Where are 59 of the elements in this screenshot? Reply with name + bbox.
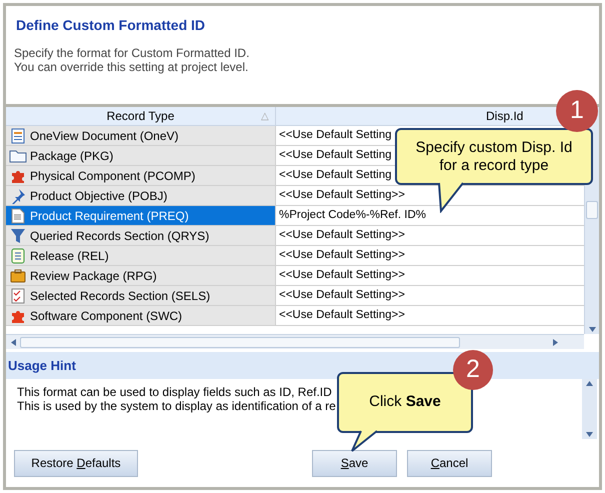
callout-pointer xyxy=(437,182,465,213)
record-type-cell[interactable]: OneView Document (OneV) xyxy=(6,126,276,145)
disp-id-text[interactable]: <<Use Default Setting>> xyxy=(279,246,405,264)
dialog-title: Define Custom Formatted ID xyxy=(15,16,206,35)
scroll-down-icon[interactable] xyxy=(585,430,594,439)
record-type-cell[interactable]: Product Objective (POBJ) xyxy=(6,186,276,205)
usage-hint-text: This format can be used to display fields such as ID, Ref.ID xyxy=(17,385,332,399)
callout-pointer xyxy=(349,430,379,452)
record-type-cell[interactable]: Software Component (SWC) xyxy=(6,306,276,325)
scroll-left-icon[interactable] xyxy=(8,338,18,346)
dialog-button[interactable]: Save xyxy=(312,450,397,476)
disp-id-text[interactable]: <<Use Default Setting xyxy=(279,126,392,144)
record-type-cell[interactable]: Package (PKG) xyxy=(6,146,276,165)
record-type-cell[interactable]: Physical Component (PCOMP) xyxy=(6,166,276,185)
horizontal-scrollbar[interactable] xyxy=(6,334,584,349)
vertical-scrollbar[interactable] xyxy=(582,379,597,439)
list-icon xyxy=(10,248,26,264)
disp-id-text[interactable]: <<Use Default Setting xyxy=(279,166,392,184)
document-icon xyxy=(11,128,25,144)
disp-id-text[interactable]: %Project Code%-%Ref. ID% xyxy=(279,206,426,224)
record-type-text: Product Objective (POBJ) xyxy=(30,188,168,204)
scroll-thumb[interactable] xyxy=(586,201,598,219)
record-type-text: Physical Component (PCOMP) xyxy=(30,168,196,184)
dialog-button[interactable]: Cancel xyxy=(407,450,492,476)
record-type-cell[interactable]: Product Requirement (PREQ) xyxy=(6,206,276,225)
record-type-text: OneView Document (OneV) xyxy=(30,128,179,144)
record-type-cell[interactable]: Selected Records Section (SELS) xyxy=(6,286,276,305)
description-text: Specify the format for Custom Formatted ID. xyxy=(14,46,250,60)
disp-id-text[interactable]: <<Use Default Setting>> xyxy=(279,186,405,204)
disp-id-text[interactable]: <<Use Default Setting>> xyxy=(279,286,405,304)
column-header[interactable]: Disp.Id xyxy=(486,107,524,125)
record-type-text: Review Package (RPG) xyxy=(30,268,157,284)
record-type-text: Release (REL) xyxy=(30,248,109,264)
folder-icon xyxy=(9,148,27,162)
scroll-right-icon[interactable] xyxy=(550,338,560,346)
disp-id-text[interactable]: <<Use Default Setting xyxy=(279,146,392,164)
funnel-icon xyxy=(10,228,26,244)
disp-id-text[interactable]: <<Use Default Setting>> xyxy=(279,226,405,244)
record-type-cell[interactable]: Queried Records Section (QRYS) xyxy=(6,226,276,245)
usage-hint-text: This is used by the system to display as identification of a re xyxy=(17,399,336,413)
scroll-down-icon[interactable] xyxy=(588,325,596,334)
disp-id-text[interactable]: <<Use Default Setting>> xyxy=(279,306,405,324)
document-icon xyxy=(11,208,25,224)
record-type-cell[interactable]: Review Package (RPG) xyxy=(6,266,276,285)
record-type-text: Queried Records Section (QRYS) xyxy=(30,228,210,244)
record-type-text: Package (PKG) xyxy=(30,148,114,164)
description-text: You can override this setting at project level. xyxy=(14,60,250,74)
scroll-thumb[interactable] xyxy=(20,336,460,348)
briefcase-icon xyxy=(10,268,26,284)
record-type-cell[interactable]: Release (REL) xyxy=(6,246,276,265)
column-header[interactable]: Record Type △ xyxy=(6,107,276,125)
disp-id-text[interactable]: <<Use Default Setting>> xyxy=(279,266,405,284)
record-type-text: Product Requirement (PREQ) xyxy=(30,208,189,224)
pushpin-icon xyxy=(10,188,26,204)
record-type-text: Software Component (SWC) xyxy=(30,308,182,324)
record-type-text: Selected Records Section (SELS) xyxy=(30,288,210,304)
callout-tooltip: Specify custom Disp. Id for a record type xyxy=(395,128,593,185)
checklist-icon xyxy=(11,288,25,304)
dialog-button[interactable]: Restore Defaults xyxy=(14,450,138,476)
